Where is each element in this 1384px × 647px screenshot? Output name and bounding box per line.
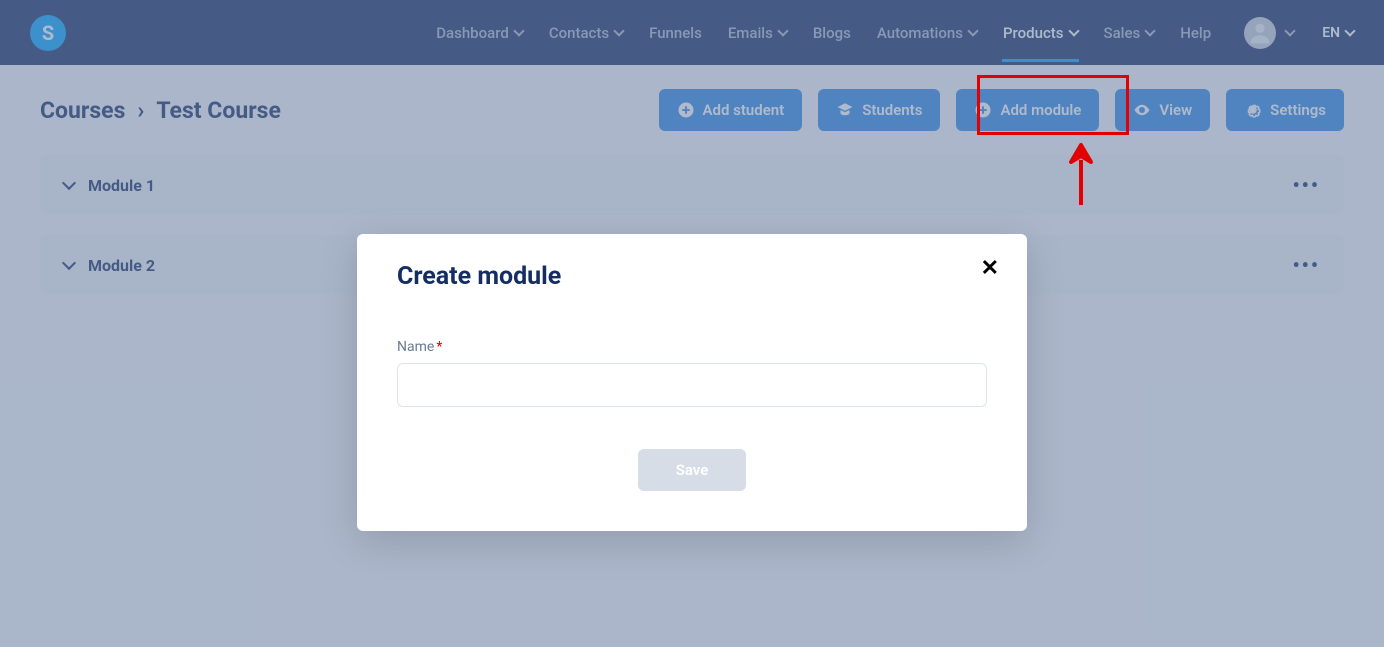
close-icon[interactable]: ✕: [981, 258, 999, 280]
create-module-modal: Create module ✕ Name* Save: [357, 234, 1027, 531]
modal-overlay[interactable]: Create module ✕ Name* Save: [0, 0, 1384, 647]
required-asterisk: *: [436, 339, 442, 355]
modal-title: Create module: [397, 262, 987, 291]
save-button[interactable]: Save: [638, 449, 747, 491]
module-name-input[interactable]: [397, 363, 987, 407]
name-field-label: Name*: [397, 339, 987, 355]
button-label: Save: [676, 461, 709, 479]
